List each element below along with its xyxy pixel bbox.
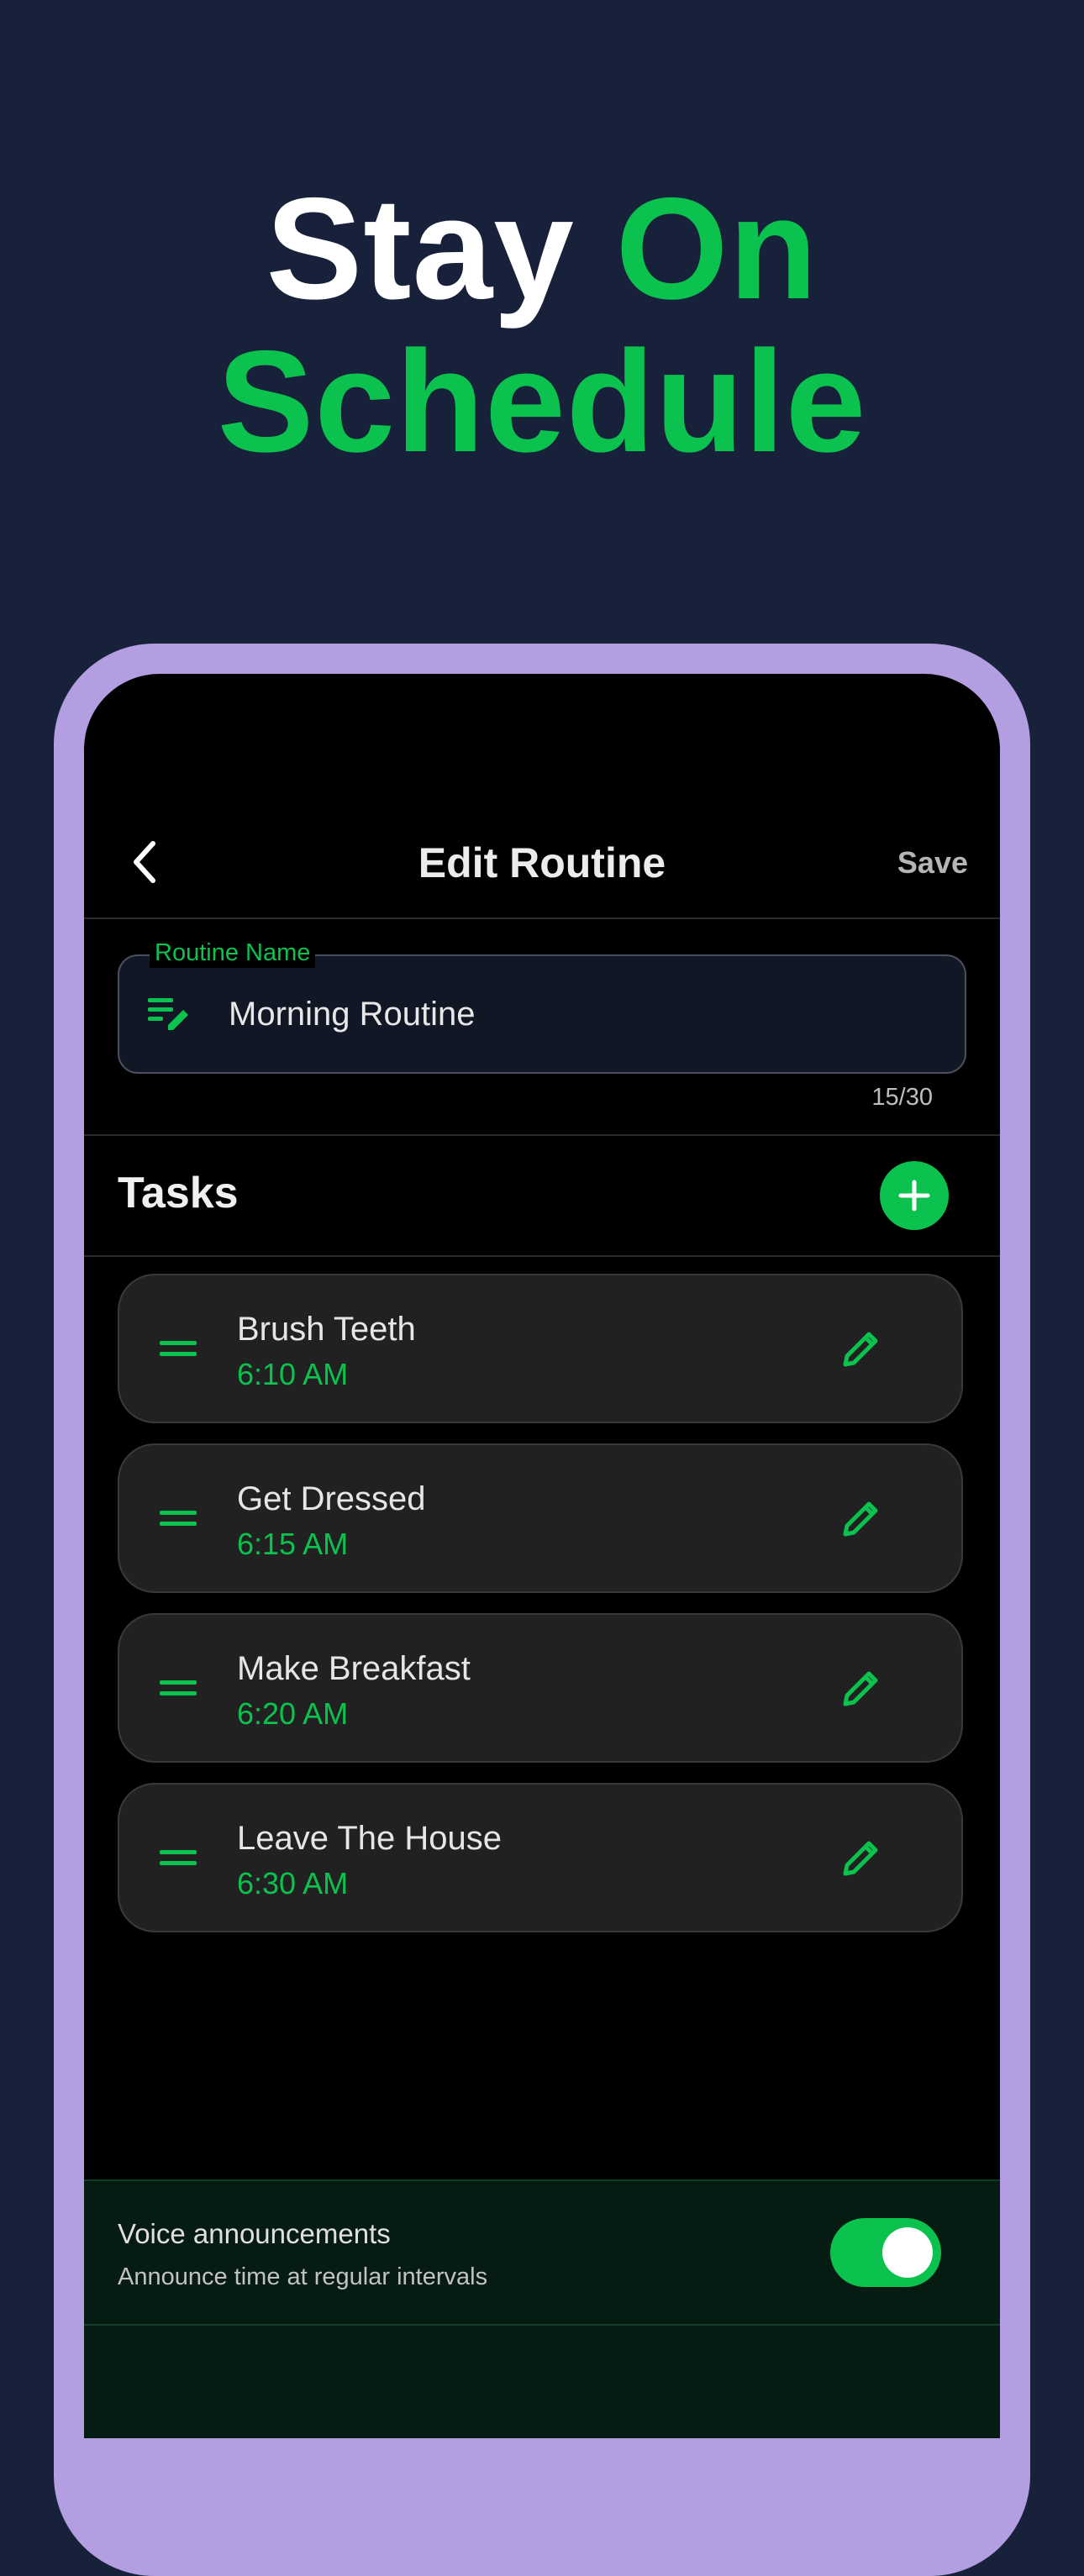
routine-name-field[interactable]: Routine Name Morning Routine [118,938,966,1074]
task-card[interactable]: Get Dressed 6:15 AM [118,1443,963,1593]
task-time: 6:15 AM [237,1527,349,1561]
task-name: Make Breakfast [237,1650,471,1687]
voice-announcements-row: Voice announcements Announce time at reg… [84,2179,1000,2438]
nav-bar: Edit Routine Save [84,674,1000,917]
divider [84,1255,1000,1257]
drag-handle-icon[interactable] [160,1509,197,1529]
routine-name-label: Routine Name [150,938,316,968]
pencil-icon[interactable] [840,1667,882,1709]
drag-handle-icon[interactable] [160,1679,197,1699]
headline-word-stay: Stay [266,168,575,329]
headline-line-1: Stay On [0,172,1084,325]
add-task-button[interactable] [880,1161,949,1230]
phone-screen: Edit Routine Save Routine Name Morning R… [84,674,1000,2438]
task-card[interactable]: Brush Teeth 6:10 AM [118,1274,963,1423]
tasks-heading: Tasks [118,1169,239,1217]
task-name: Brush Teeth [237,1311,416,1348]
task-time: 6:30 AM [237,1866,349,1900]
routine-name-value: Morning Routine [229,996,476,1033]
pencil-icon[interactable] [840,1497,882,1539]
pencil-icon[interactable] [840,1837,882,1879]
divider [84,2324,1000,2326]
task-time: 6:20 AM [237,1696,349,1731]
task-name: Leave The House [237,1820,503,1857]
marketing-headline: Stay On Schedule [0,172,1084,478]
page-title: Edit Routine [418,839,666,886]
drag-handle-icon[interactable] [160,1339,197,1359]
task-card[interactable]: Leave The House 6:30 AM [118,1783,963,1932]
voice-announcements-subtitle: Announce time at regular intervals [118,2263,488,2290]
toggle-knob [882,2227,933,2278]
drag-handle-icon[interactable] [160,1848,197,1869]
voice-announcements-title: Voice announcements [118,2218,391,2249]
task-name: Get Dressed [237,1480,426,1517]
edit-note-icon [148,993,193,1035]
voice-announcements-toggle[interactable] [830,2218,941,2287]
task-card[interactable]: Make Breakfast 6:20 AM [118,1613,963,1763]
headline-word-schedule: Schedule [217,321,867,482]
divider [84,917,1000,919]
plus-icon [898,1180,930,1212]
character-counter: 15/30 [871,1084,933,1111]
task-time: 6:10 AM [237,1357,349,1391]
save-button[interactable]: Save [897,845,968,881]
pencil-icon[interactable] [840,1327,882,1369]
headline-word-on: On [615,168,818,329]
divider [84,1134,1000,1136]
